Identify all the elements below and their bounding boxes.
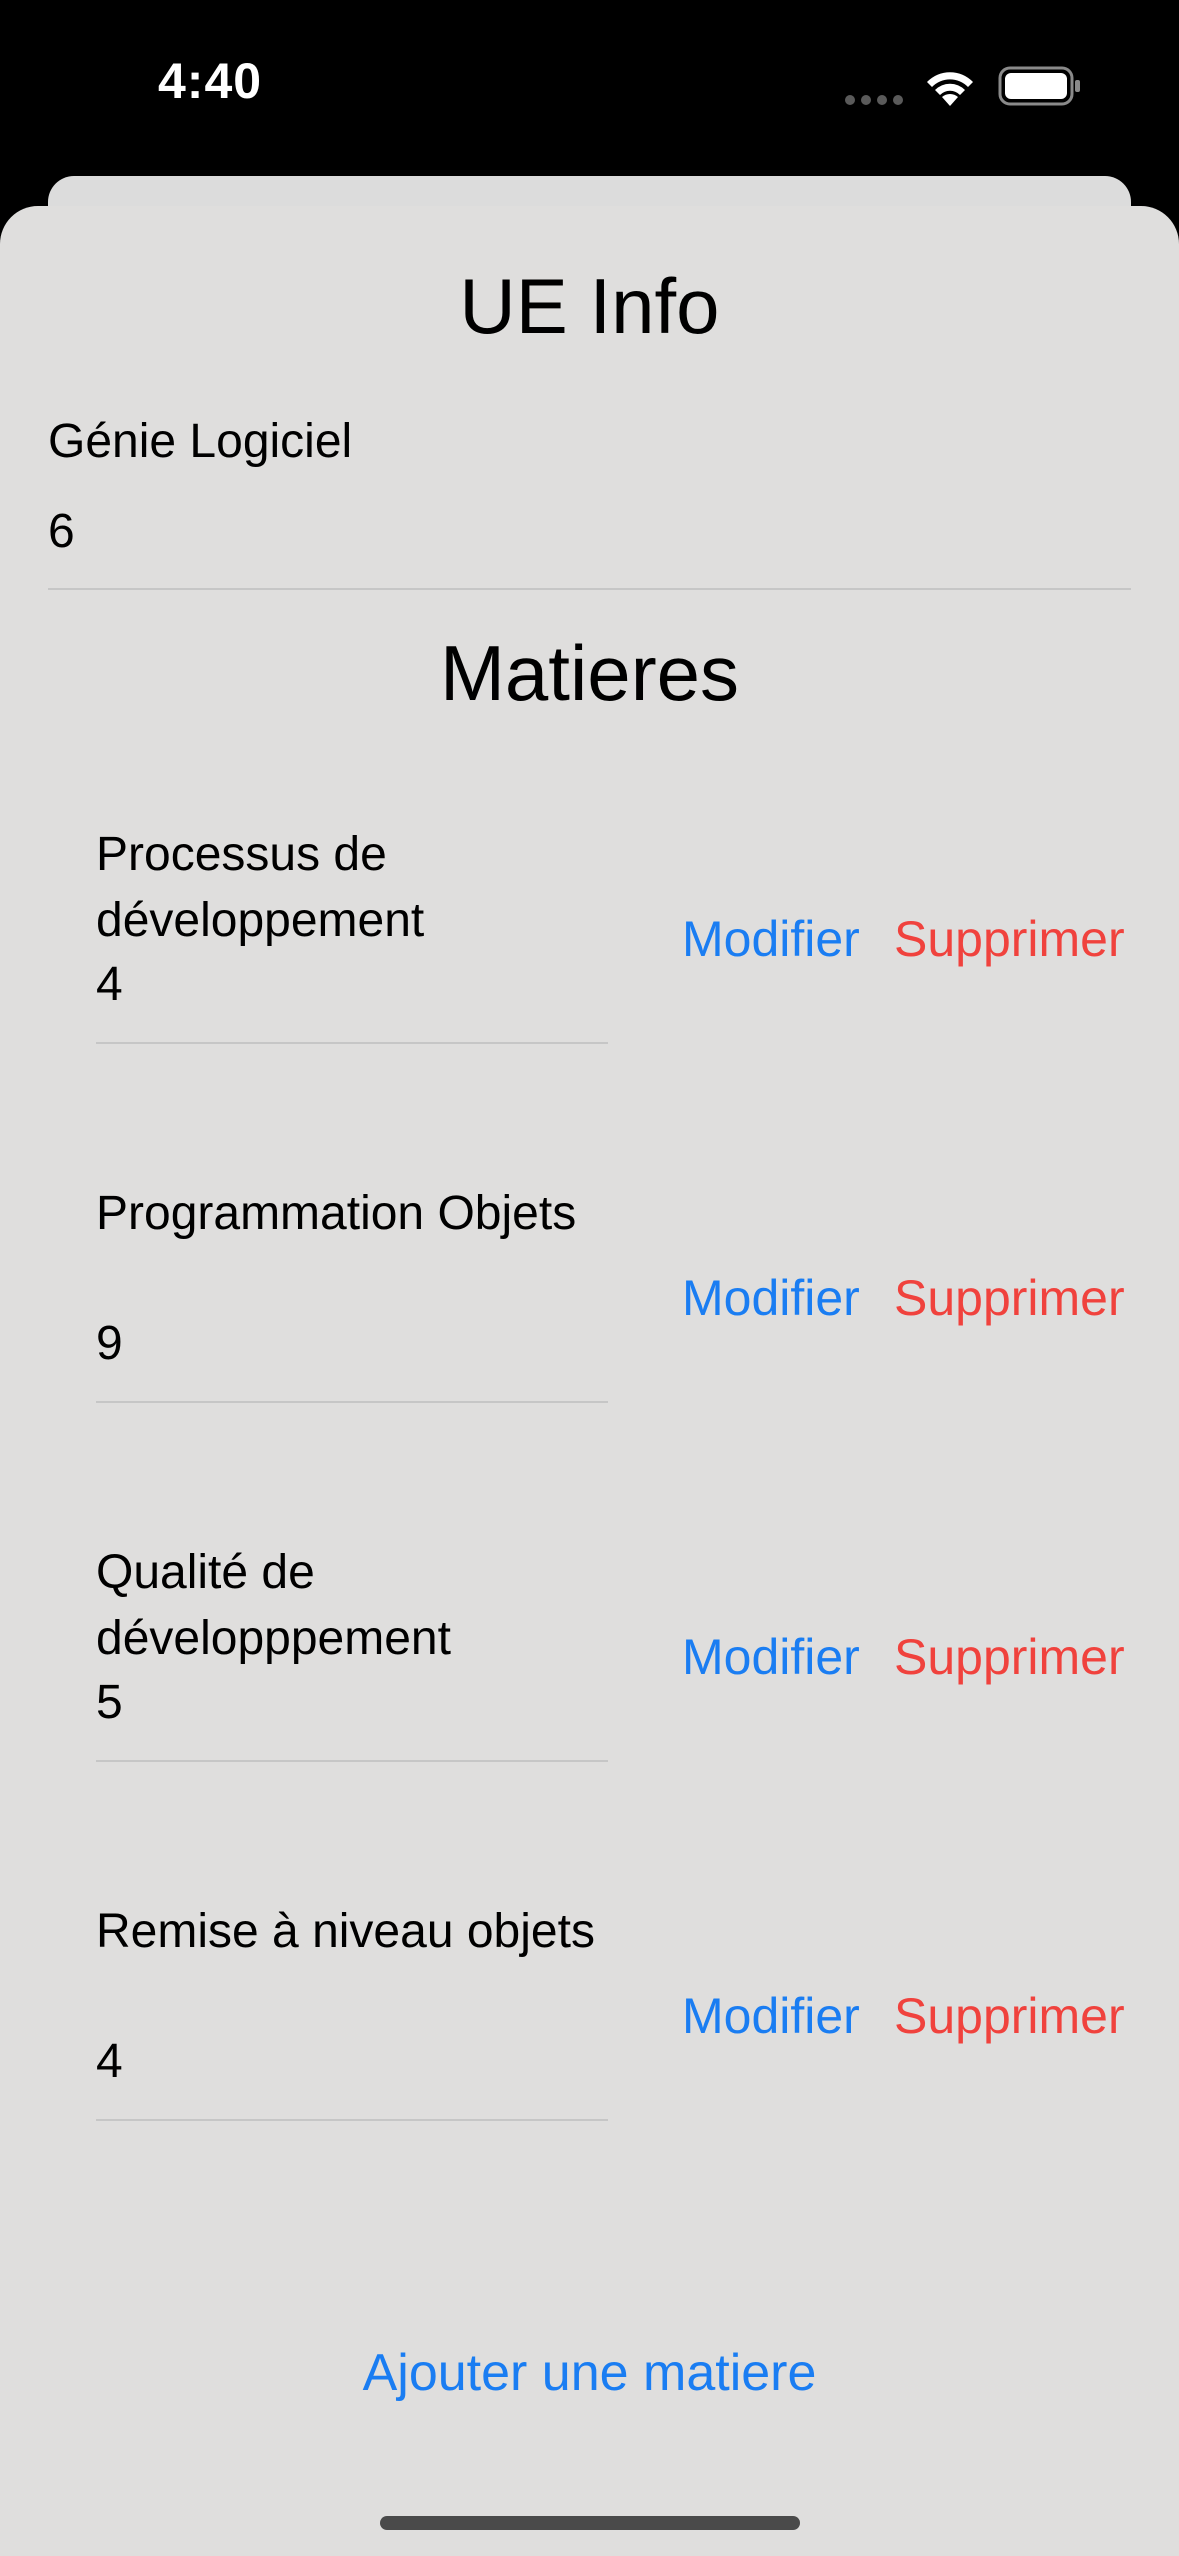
home-indicator[interactable]: [380, 2516, 800, 2530]
delete-button[interactable]: Supprimer: [894, 1624, 1125, 1690]
modify-button[interactable]: Modifier: [682, 1624, 860, 1690]
subject-credits: 9: [96, 1317, 123, 1370]
modify-button[interactable]: Modifier: [682, 1265, 860, 1331]
subject-credits: 4: [96, 2035, 123, 2088]
ue-name: Génie Logiciel: [48, 415, 353, 468]
ue-credits: 6: [48, 505, 75, 558]
divider: [48, 588, 1131, 590]
subject-name: Qualité de développpement: [96, 1546, 451, 1665]
status-bar: 4:40: [0, 0, 1179, 175]
subject-divider: [96, 1760, 608, 1762]
section-title: Matieres: [439, 629, 740, 717]
subject-name: Remise à niveau objets: [96, 1905, 595, 1958]
status-time: 4:40: [158, 53, 263, 109]
cellular-signal-icon: [845, 95, 903, 105]
subject-row: Remise à niveau objets 4 Modifier Suppri…: [0, 1899, 1179, 2199]
subject-row: Programmation Objets 9 Modifier Supprime…: [0, 1181, 1179, 1481]
wifi-icon: [927, 72, 973, 106]
subject-divider: [96, 2119, 608, 2121]
subject-row: Qualité de développpement 5 Modifier Sup…: [0, 1540, 1179, 1840]
modify-button[interactable]: Modifier: [682, 906, 860, 972]
delete-button[interactable]: Supprimer: [894, 1983, 1125, 2049]
battery-icon: [998, 66, 1080, 106]
add-subject-button[interactable]: Ajouter une matiere: [0, 2340, 1179, 2406]
delete-button[interactable]: Supprimer: [894, 906, 1125, 972]
delete-button[interactable]: Supprimer: [894, 1265, 1125, 1331]
subject-divider: [96, 1042, 608, 1044]
subject-row: Processus de développement 4 Modifier Su…: [0, 822, 1179, 1122]
subject-credits: 4: [96, 958, 123, 1011]
subject-name: Processus de développement: [96, 828, 425, 947]
subject-name: Programmation Objets: [96, 1187, 577, 1240]
page-title: UE Info: [459, 262, 720, 350]
subject-credits: 5: [96, 1676, 123, 1729]
subject-divider: [96, 1401, 608, 1403]
modify-button[interactable]: Modifier: [682, 1983, 860, 2049]
